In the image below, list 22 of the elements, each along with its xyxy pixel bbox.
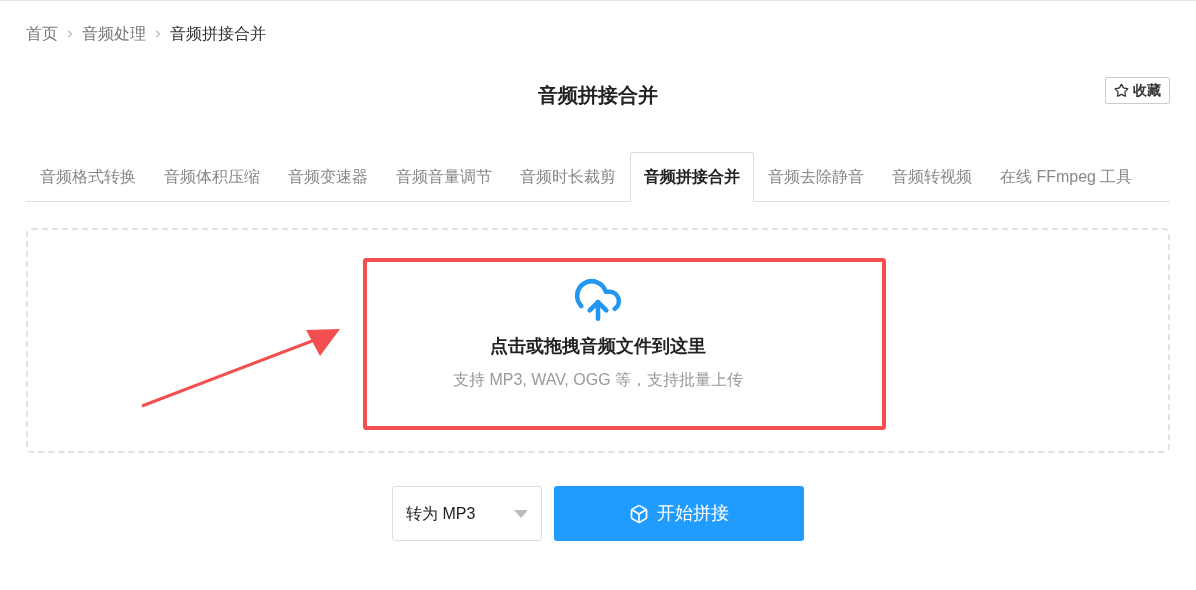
breadcrumb-link[interactable]: 音频处理 [82, 22, 146, 46]
tab[interactable]: 音频格式转换 [26, 152, 150, 201]
tab[interactable]: 音频体积压缩 [150, 152, 274, 201]
breadcrumb-link[interactable]: 音频拼接合并 [170, 22, 266, 46]
dropdown-caret-icon [514, 509, 528, 518]
tab[interactable]: 在线 FFmpeg 工具 [986, 152, 1147, 201]
favorite-button[interactable]: 收藏 [1105, 77, 1170, 104]
upload-hint: 支持 MP3, WAV, OGG 等，支持批量上传 [452, 370, 744, 390]
format-select[interactable]: 转为 MP3 [392, 486, 542, 541]
upload-dropzone[interactable]: 点击或拖拽音频文件到这里 支持 MP3, WAV, OGG 等，支持批量上传 [26, 228, 1170, 453]
tab[interactable]: 音频时长裁剪 [506, 152, 630, 201]
cube-icon [629, 503, 649, 524]
start-button[interactable]: 开始拼接 [554, 486, 804, 541]
tab[interactable]: 音频音量调节 [382, 152, 506, 201]
breadcrumb-link[interactable]: 首页 [26, 22, 58, 46]
tab[interactable]: 音频转视频 [878, 152, 986, 201]
tab[interactable]: 音频拼接合并 [630, 152, 754, 202]
upload-heading: 点击或拖拽音频文件到这里 [490, 335, 706, 358]
tab[interactable]: 音频去除静音 [754, 152, 878, 201]
page-title: 音频拼接合并 [538, 83, 658, 108]
star-icon [1114, 83, 1129, 98]
tab[interactable]: 音频变速器 [274, 152, 382, 201]
